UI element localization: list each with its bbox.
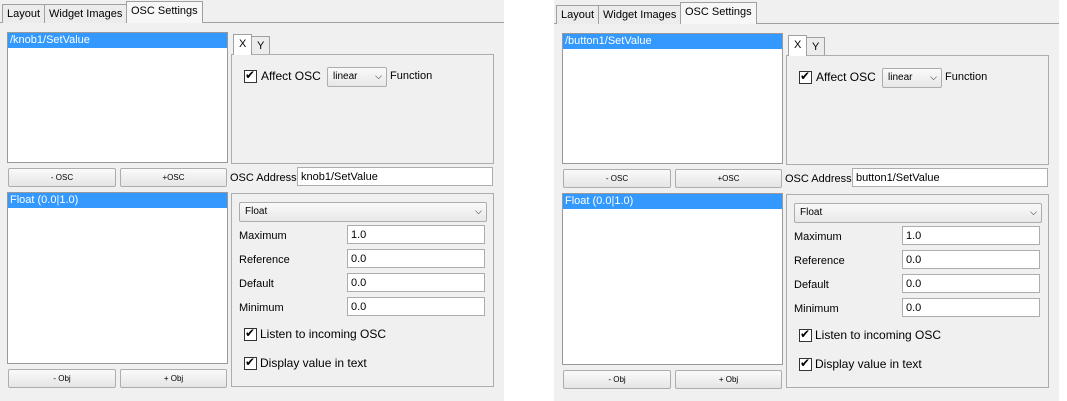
chevron-down-icon: ⌵ (375, 71, 382, 81)
function-select[interactable]: linear ⌵ (327, 67, 387, 87)
function-value: linear (888, 72, 913, 83)
remove-osc-button[interactable]: - OSC (563, 169, 671, 188)
check-icon: ✔ (800, 69, 811, 83)
default-label: Default (239, 278, 274, 290)
affect-osc-label: Affect OSC (816, 70, 876, 84)
listen-label: Listen to incoming OSC (260, 327, 387, 341)
reference-label: Reference (239, 254, 290, 266)
check-icon: ✔ (800, 327, 811, 341)
default-input[interactable]: 0.0 (347, 273, 485, 292)
tab-layout[interactable]: Layout (556, 5, 600, 24)
add-osc-button[interactable]: +OSC (675, 169, 782, 188)
object-list[interactable]: Float (0.0|1.0) (562, 193, 783, 365)
tab-osc-settings[interactable]: OSC Settings (126, 1, 203, 23)
value-settings-group: Float ⌵ Maximum 1.0 Reference 0.0 Defaul… (231, 193, 494, 387)
osc-address-input[interactable]: knob1/SetValue (297, 167, 493, 186)
chevron-down-icon: ⌵ (930, 72, 937, 82)
affect-osc-checkbox[interactable]: ✔ (799, 69, 812, 84)
type-value: Float (245, 206, 268, 217)
check-icon: ✔ (800, 356, 811, 370)
function-value: linear (333, 71, 358, 82)
reference-label: Reference (794, 255, 845, 267)
tab-x[interactable]: X (233, 34, 253, 55)
maximum-label: Maximum (794, 231, 842, 243)
axis-settings-group: ✔ Affect OSC linear ⌵ Function (231, 54, 494, 164)
maximum-label: Maximum (239, 230, 287, 242)
object-list[interactable]: Float (0.0|1.0) (7, 192, 228, 364)
osc-address-list[interactable]: /knob1/SetValue (7, 32, 228, 163)
default-input[interactable]: 0.0 (902, 274, 1040, 293)
affect-osc-label: Affect OSC (261, 69, 321, 83)
type-select[interactable]: Float ⌵ (239, 202, 487, 222)
minimum-input[interactable]: 0.0 (902, 298, 1040, 317)
display-value-label: Display value in text (260, 356, 367, 370)
listen-label: Listen to incoming OSC (815, 328, 942, 342)
type-select[interactable]: Float ⌵ (794, 203, 1042, 223)
osc-address-label: OSC Address (230, 172, 297, 184)
minimum-label: Minimum (239, 302, 284, 314)
chevron-down-icon: ⌵ (475, 206, 482, 216)
check-icon: ✔ (245, 355, 256, 369)
add-osc-button[interactable]: +OSC (120, 168, 227, 187)
function-label: Function (390, 70, 433, 82)
maximum-input[interactable]: 1.0 (902, 226, 1040, 245)
default-label: Default (794, 279, 829, 291)
minimum-input[interactable]: 0.0 (347, 297, 485, 316)
display-value-label: Display value in text (815, 357, 922, 371)
left-settings-panel: Layout Widget Images OSC Settings /knob1… (0, 0, 504, 401)
reference-input[interactable]: 0.0 (902, 250, 1040, 269)
list-item[interactable]: Float (0.0|1.0) (8, 193, 227, 208)
reference-input[interactable]: 0.0 (347, 249, 485, 268)
chevron-down-icon: ⌵ (1030, 207, 1037, 217)
osc-address-input[interactable]: button1/SetValue (852, 168, 1048, 187)
remove-obj-button[interactable]: - Obj (563, 370, 671, 389)
type-value: Float (800, 207, 823, 218)
listen-checkbox[interactable]: ✔ (799, 327, 812, 342)
axis-settings-group: ✔ Affect OSC linear ⌵ Function (786, 55, 1049, 165)
tab-y[interactable]: Y (806, 37, 826, 56)
function-select[interactable]: linear ⌵ (882, 68, 942, 88)
check-icon: ✔ (245, 326, 256, 340)
tab-osc-settings[interactable]: OSC Settings (680, 2, 757, 24)
remove-osc-button[interactable]: - OSC (8, 168, 116, 187)
osc-address-label: OSC Address (785, 173, 852, 185)
display-value-checkbox[interactable]: ✔ (799, 356, 812, 371)
minimum-label: Minimum (794, 303, 839, 315)
tab-x[interactable]: X (788, 35, 808, 56)
affect-osc-checkbox[interactable]: ✔ (244, 68, 257, 83)
add-obj-button[interactable]: + Obj (120, 369, 227, 388)
tab-y[interactable]: Y (251, 36, 271, 55)
list-item[interactable]: /knob1/SetValue (8, 33, 227, 48)
right-settings-panel: Layout Widget Images OSC Settings /butto… (554, 0, 1059, 401)
function-label: Function (945, 71, 988, 83)
maximum-input[interactable]: 1.0 (347, 225, 485, 244)
display-value-checkbox[interactable]: ✔ (244, 355, 257, 370)
add-obj-button[interactable]: + Obj (675, 370, 782, 389)
osc-address-list[interactable]: /button1/SetValue (562, 33, 783, 164)
tab-layout[interactable]: Layout (2, 4, 46, 23)
listen-checkbox[interactable]: ✔ (244, 326, 257, 341)
tab-widget-images[interactable]: Widget Images (44, 4, 128, 23)
list-item[interactable]: /button1/SetValue (563, 34, 782, 49)
tab-widget-images[interactable]: Widget Images (598, 5, 682, 24)
check-icon: ✔ (245, 68, 256, 82)
value-settings-group: Float ⌵ Maximum 1.0 Reference 0.0 Defaul… (786, 194, 1049, 388)
list-item[interactable]: Float (0.0|1.0) (563, 194, 782, 209)
remove-obj-button[interactable]: - Obj (8, 369, 116, 388)
